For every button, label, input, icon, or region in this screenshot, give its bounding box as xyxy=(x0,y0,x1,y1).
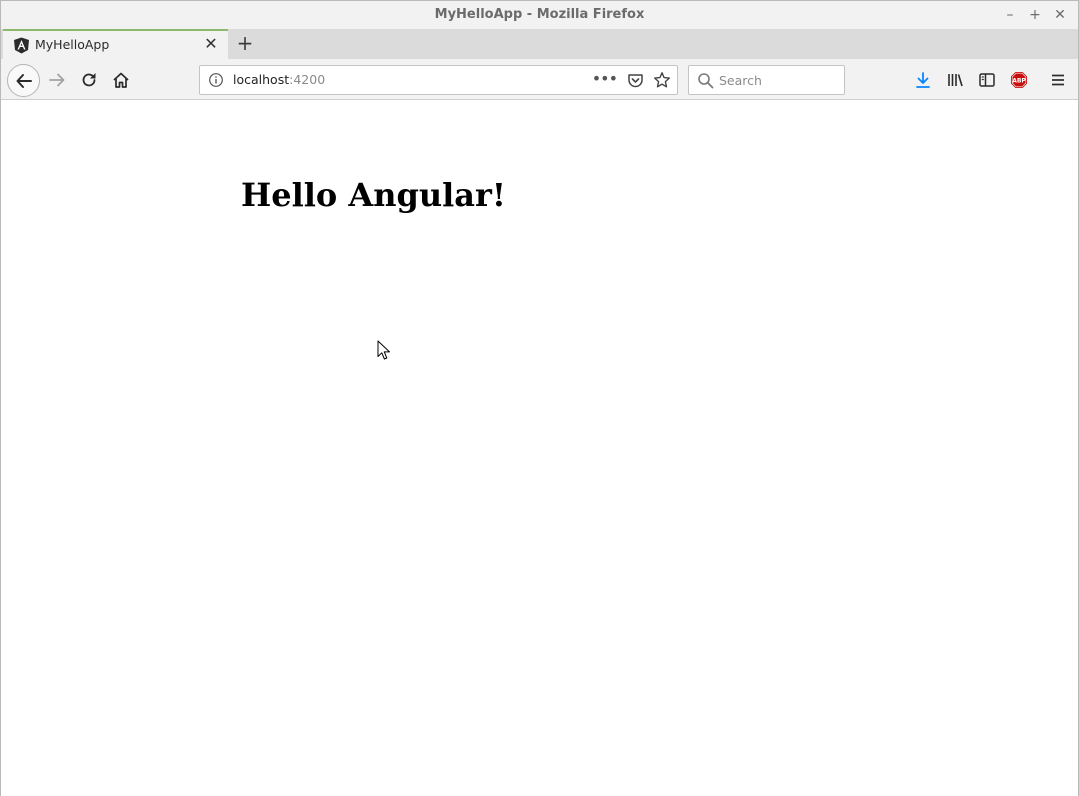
url-port: :4200 xyxy=(289,72,326,87)
sidebar-toggle-button[interactable] xyxy=(972,65,1002,95)
info-icon[interactable] xyxy=(208,72,224,88)
tab-label: MyHelloApp xyxy=(35,37,110,52)
page-actions-menu-icon[interactable]: ••• xyxy=(592,69,618,88)
home-icon xyxy=(113,72,129,88)
navigation-toolbar: localhost:4200 ••• Search ABP xyxy=(1,59,1078,100)
adblock-plus-button[interactable]: ABP xyxy=(1004,65,1034,95)
new-tab-button[interactable]: + xyxy=(233,31,257,55)
mouse-pointer-icon xyxy=(377,340,390,360)
url-host: localhost xyxy=(233,72,290,87)
url-text[interactable]: localhost:4200 xyxy=(233,72,325,87)
browser-window: MyHelloApp - Mozilla Firefox – + ✕ MyHel… xyxy=(0,0,1079,796)
tab-close-icon[interactable]: ✕ xyxy=(202,34,220,54)
forward-arrow-icon xyxy=(49,73,65,87)
title-bar: MyHelloApp - Mozilla Firefox – + ✕ xyxy=(1,1,1078,29)
back-button[interactable] xyxy=(7,64,40,97)
search-bar[interactable] xyxy=(688,65,845,95)
reload-button[interactable] xyxy=(74,65,104,95)
home-button[interactable] xyxy=(106,65,136,95)
open-menu-button[interactable] xyxy=(1043,65,1073,95)
forward-button[interactable] xyxy=(42,65,72,95)
angular-icon xyxy=(14,37,29,54)
page-heading: Hello Angular! xyxy=(241,176,506,214)
maximize-button[interactable]: + xyxy=(1025,5,1045,25)
hamburger-menu-icon xyxy=(1052,74,1064,86)
search-icon xyxy=(698,73,714,89)
url-bar[interactable]: localhost:4200 ••• xyxy=(199,65,678,95)
tab-myhelloapp[interactable]: MyHelloApp ✕ xyxy=(3,29,228,60)
pocket-icon[interactable] xyxy=(627,72,644,89)
adblock-plus-icon: ABP xyxy=(1011,72,1027,88)
reload-icon xyxy=(82,73,96,87)
search-input[interactable] xyxy=(719,71,839,89)
minimize-button[interactable]: – xyxy=(1000,5,1020,25)
sidebar-icon xyxy=(979,73,995,87)
library-button[interactable] xyxy=(940,65,970,95)
window-title: MyHelloApp - Mozilla Firefox xyxy=(434,7,645,22)
tab-strip: MyHelloApp ✕ + xyxy=(1,29,1078,60)
page-content: Hello Angular! xyxy=(1,101,1078,796)
download-icon xyxy=(916,72,930,88)
back-arrow-icon xyxy=(16,73,32,88)
bookmark-star-icon[interactable] xyxy=(653,71,671,89)
downloads-button[interactable] xyxy=(908,65,938,95)
svg-text:ABP: ABP xyxy=(1012,77,1026,84)
close-window-button[interactable]: ✕ xyxy=(1050,5,1070,25)
library-icon xyxy=(948,74,963,87)
